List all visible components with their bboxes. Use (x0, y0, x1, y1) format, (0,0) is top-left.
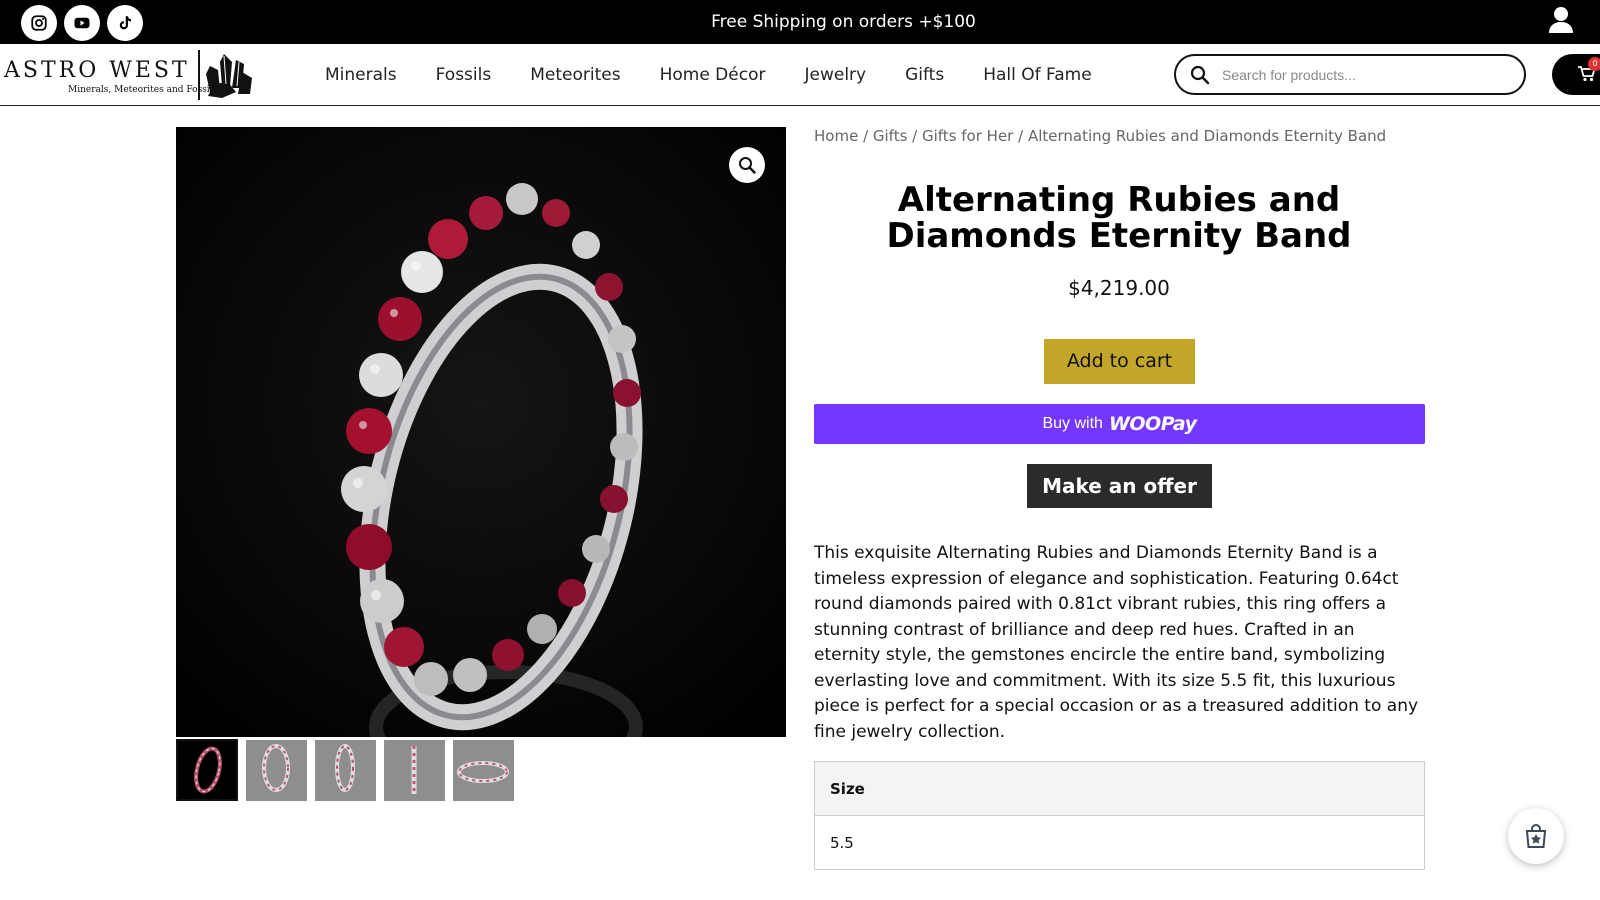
cart-count-badge: 0 (1588, 57, 1600, 71)
product-search (1174, 54, 1526, 95)
thumbnail-2[interactable] (246, 740, 307, 801)
ring-image (176, 127, 786, 737)
thumbnail-1[interactable] (176, 739, 238, 801)
woopay-button[interactable]: Buy with WOOPay (814, 404, 1425, 444)
main-navigation: Minerals Fossils Meteorites Home Décor J… (325, 44, 1131, 106)
thumbnail-4[interactable] (384, 740, 445, 801)
zoom-button[interactable] (729, 147, 765, 183)
search-input[interactable] (1222, 62, 1512, 88)
user-account-icon[interactable] (1548, 6, 1574, 34)
breadcrumb: Home / Gifts / Gifts for Her / Alternati… (814, 127, 1387, 145)
woopay-prefix: Buy with (1042, 415, 1103, 432)
size-header: Size (814, 761, 1425, 816)
nav-meteorites[interactable]: Meteorites (530, 65, 620, 85)
nav-minerals[interactable]: Minerals (325, 65, 397, 85)
top-bar: Free Shipping on orders +$100 (0, 0, 1600, 44)
star-bag-icon (1525, 824, 1547, 848)
reviews-badge[interactable] (1508, 808, 1564, 864)
crystal-cluster-icon (206, 54, 252, 98)
thumbnail-3[interactable] (315, 740, 376, 801)
cart-button[interactable]: 0 (1552, 54, 1600, 95)
astro-west-logo[interactable]: ASTRO WEST Minerals, Meteorites and Foss… (4, 48, 254, 102)
product-title: Alternating Rubies and Diamonds Eternity… (886, 180, 1352, 256)
promo-text: Free Shipping on orders +$100 (711, 12, 976, 32)
magnifier-icon (739, 157, 756, 174)
nav-jewelry[interactable]: Jewelry (804, 65, 866, 85)
breadcrumb-current: Alternating Rubies and Diamonds Eternity… (1027, 127, 1387, 145)
breadcrumb-gifts[interactable]: Gifts (873, 127, 908, 145)
thumbnail-strip (176, 739, 536, 801)
search-icon[interactable] (1190, 65, 1210, 85)
logo-divider (198, 50, 200, 100)
add-to-cart-button[interactable]: Add to cart (1044, 339, 1195, 384)
make-offer-button[interactable]: Make an offer (1027, 464, 1212, 508)
breadcrumb-gifts-for-her[interactable]: Gifts for Her (922, 127, 1013, 145)
woopay-logo: WOOPay (1108, 413, 1197, 435)
site-header: ASTRO WEST Minerals, Meteorites and Foss… (0, 44, 1600, 106)
product-main-image[interactable] (176, 127, 786, 737)
nav-fossils[interactable]: Fossils (436, 65, 492, 85)
size-table: Size 5.5 (814, 761, 1425, 870)
logo-name: ASTRO WEST (4, 58, 190, 83)
product-description: This exquisite Alternating Rubies and Di… (814, 543, 1419, 742)
nav-home-decor[interactable]: Home Décor (660, 65, 766, 85)
nav-gifts[interactable]: Gifts (905, 65, 944, 85)
nav-hall-of-fame[interactable]: Hall Of Fame (983, 65, 1091, 85)
thumbnail-5[interactable] (453, 740, 514, 801)
product-price: $4,219.00 (1068, 276, 1170, 300)
size-value: 5.5 (830, 833, 854, 852)
logo-tagline: Minerals, Meteorites and Fossils (68, 85, 218, 95)
breadcrumb-home[interactable]: Home (814, 127, 858, 145)
